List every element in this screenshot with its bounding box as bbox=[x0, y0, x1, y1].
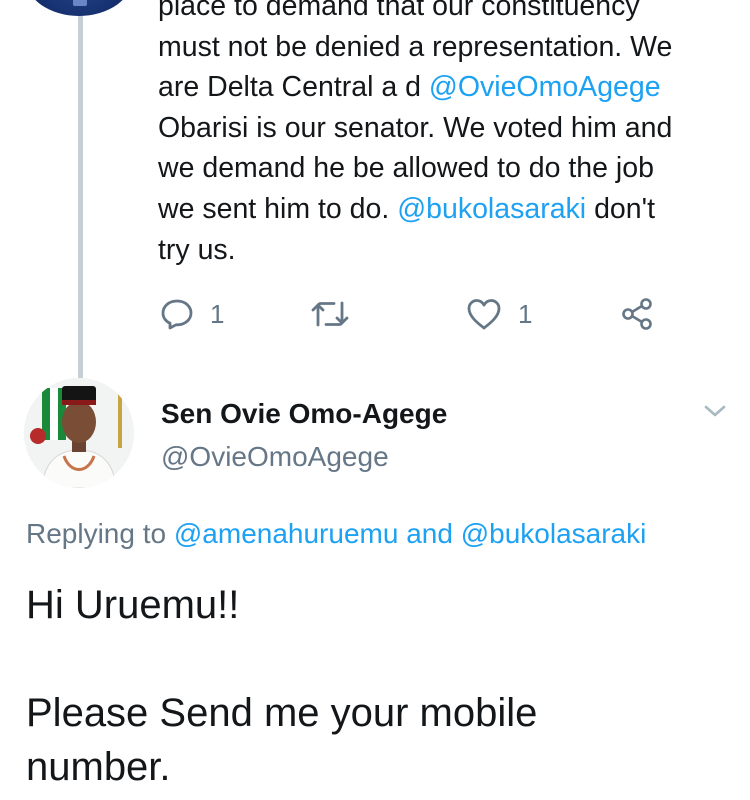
thread-connector-line bbox=[78, 0, 83, 378]
tweet-line-4: Obarisi is our senator. We voted him and bbox=[158, 111, 673, 144]
tweet-line-6: we sent him to do. @bukolasaraki don't bbox=[158, 192, 655, 225]
mention-link[interactable]: @bukolasaraki bbox=[461, 518, 647, 549]
tweet-line-7: try us. bbox=[158, 233, 236, 266]
replying-to-line: Replying to @amenahuruemu and @bukolasar… bbox=[26, 518, 647, 549]
retweet-icon bbox=[311, 301, 349, 327]
heart-icon bbox=[467, 299, 501, 330]
tweet-line-3: are Delta Central a d @OvieOmoAgege bbox=[158, 71, 661, 104]
senator-portrait-image bbox=[24, 378, 134, 488]
chevron-down-icon[interactable] bbox=[702, 398, 728, 424]
reply-line-3: Please Send me your mobile bbox=[26, 691, 538, 735]
reply-icon bbox=[161, 299, 193, 330]
retweet-button[interactable] bbox=[310, 292, 350, 336]
like-count: 1 bbox=[518, 298, 533, 329]
reply-button[interactable]: 1 bbox=[160, 292, 224, 336]
reply-line-2 bbox=[26, 632, 726, 686]
mention-link[interactable]: @amenahuruemu bbox=[174, 518, 399, 549]
share-icon bbox=[622, 298, 652, 330]
like-button[interactable]: 1 bbox=[466, 292, 532, 336]
tweet-line-5: we demand he be allowed to do the job bbox=[158, 152, 654, 185]
mention-link[interactable]: @OvieOmoAgege bbox=[429, 71, 661, 103]
tweet-actions-bar: 1 1 bbox=[158, 292, 678, 336]
tweet-line-2: must not be denied a representation. We bbox=[158, 30, 673, 63]
author-avatar[interactable] bbox=[24, 378, 134, 488]
reply-line-1: Hi Uruemu!! bbox=[26, 583, 240, 627]
previous-tweet-text: place to demand that our constituency mu… bbox=[158, 0, 728, 270]
reply-count: 1 bbox=[210, 298, 225, 329]
author-display-name[interactable]: Sen Ovie Omo-Agege bbox=[161, 398, 447, 430]
reply-line-4: number. bbox=[26, 745, 171, 789]
previous-author-avatar[interactable] bbox=[25, 0, 133, 16]
replying-and-text: and bbox=[398, 518, 461, 549]
tweet-line-1: place to demand that our constituency bbox=[158, 0, 640, 22]
share-button[interactable] bbox=[620, 292, 654, 336]
reply-tweet-text: Hi Uruemu!! Please Send me your mobile n… bbox=[26, 578, 726, 794]
author-handle[interactable]: @OvieOmoAgege bbox=[161, 441, 389, 473]
mention-link[interactable]: @bukolasaraki bbox=[397, 193, 586, 225]
